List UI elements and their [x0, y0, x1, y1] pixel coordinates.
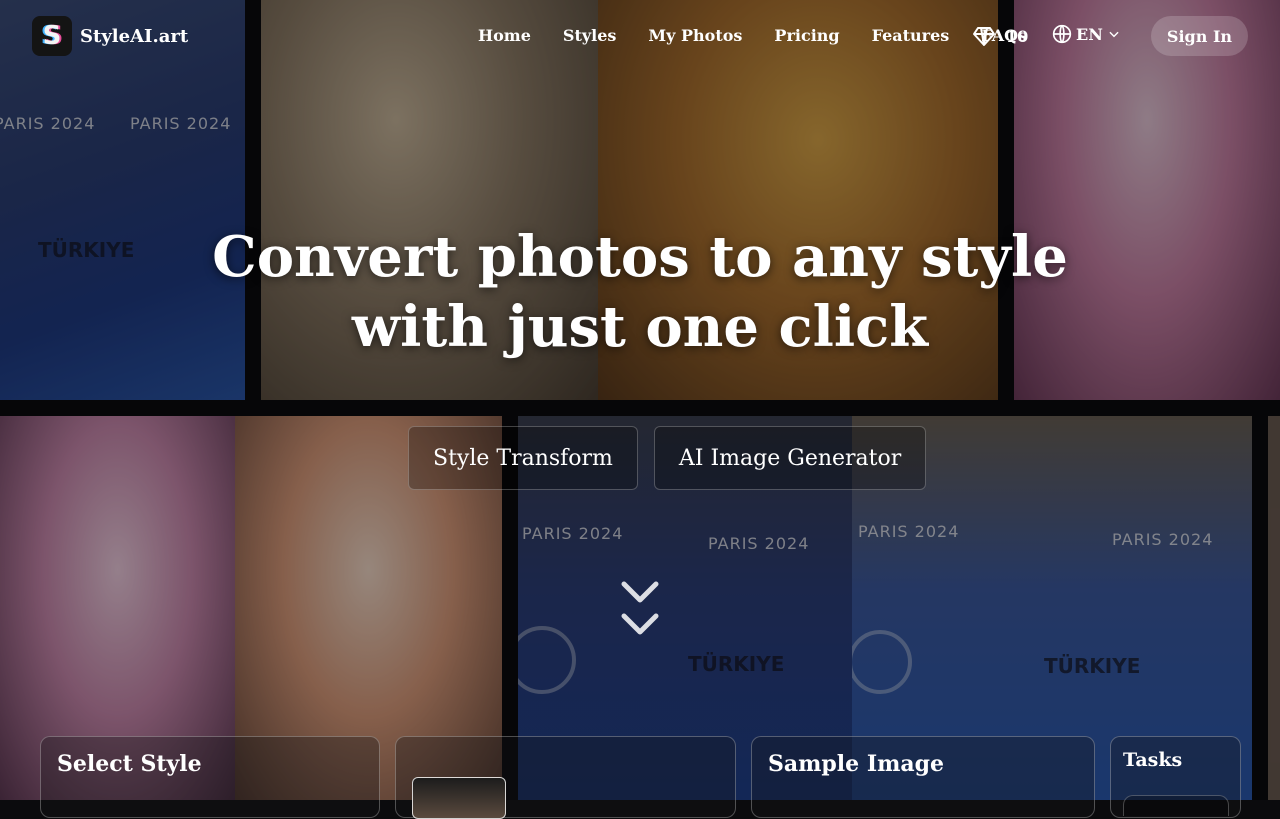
- sample-image-heading: Sample Image: [768, 751, 945, 777]
- globe-icon: [1052, 24, 1072, 44]
- diamond-icon: [973, 27, 995, 46]
- logo-link[interactable]: S StyleAI.art: [32, 16, 188, 56]
- chevron-down-icon: [1109, 31, 1119, 38]
- tasks-heading: Tasks: [1123, 749, 1183, 771]
- mode-tabs: Style Transform AI Image Generator: [408, 426, 942, 490]
- logo-text: StyleAI.art: [80, 25, 189, 47]
- select-style-panel: Select Style: [40, 736, 380, 818]
- double-chevron-down-icon[interactable]: [620, 578, 660, 640]
- tasks-panel: Tasks: [1110, 736, 1241, 818]
- logo-icon: S: [32, 16, 72, 56]
- nav-pricing[interactable]: Pricing: [774, 26, 839, 45]
- sign-in-button[interactable]: Sign In: [1151, 16, 1248, 56]
- site-header: S StyleAI.art Home Styles My Photos Pric…: [0, 0, 1280, 72]
- language-code: EN: [1076, 24, 1103, 44]
- nav-my-photos[interactable]: My Photos: [648, 26, 742, 45]
- tab-style-transform[interactable]: Style Transform: [408, 426, 638, 490]
- uploaded-image-thumbnail[interactable]: [412, 777, 506, 819]
- task-item[interactable]: [1123, 795, 1229, 816]
- hero-title: Convert photos to any style with just on…: [212, 224, 1068, 360]
- credits-counter[interactable]: 10: [972, 24, 1028, 48]
- tab-ai-image-generator[interactable]: AI Image Generator: [653, 426, 927, 490]
- sample-image-panel: Sample Image: [751, 736, 1095, 818]
- background-dim-overlay: [0, 0, 1280, 800]
- nav-home[interactable]: Home: [478, 26, 531, 45]
- credits-count: 10: [1006, 26, 1029, 46]
- select-style-heading: Select Style: [57, 751, 202, 777]
- language-selector[interactable]: EN: [1052, 24, 1121, 44]
- nav-styles[interactable]: Styles: [563, 26, 617, 45]
- upload-panel: [395, 736, 736, 819]
- nav-features[interactable]: Features: [872, 26, 950, 45]
- hero-background-collage: PARIS 2024 PARIS 2024 TÜRKIYE PARIS 2024…: [0, 0, 1280, 800]
